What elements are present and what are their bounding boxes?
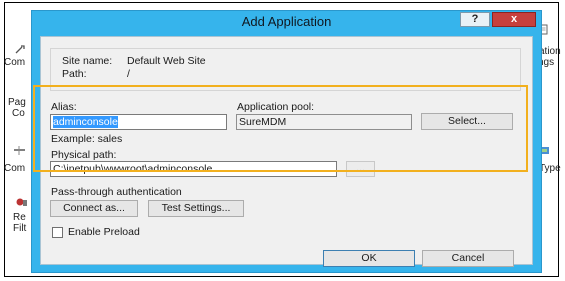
- browse-path-button[interactable]: ...: [346, 161, 375, 177]
- physical-path-value: C:\inetpub\wwwroot\adminconsole: [53, 163, 213, 175]
- bg-tool-icon: [15, 45, 25, 54]
- bg-fragment-filt: Filt: [13, 223, 27, 234]
- alias-example-text: Example: sales: [51, 133, 123, 145]
- select-app-pool-button[interactable]: Select...: [421, 113, 513, 130]
- dialog-client-area: Site name: Default Web Site Path: / Alia…: [40, 36, 533, 267]
- bg-fragment-re: Re: [13, 212, 26, 223]
- help-button[interactable]: ?: [460, 12, 490, 27]
- bg-fragment-type: Type: [539, 163, 561, 174]
- application-pool-field: SureMDM: [236, 114, 412, 130]
- path-label: Path:: [62, 68, 87, 80]
- application-pool-label: Application pool:: [237, 101, 315, 113]
- site-name-value: Default Web Site: [127, 55, 206, 67]
- close-button[interactable]: x: [492, 12, 536, 27]
- test-settings-button[interactable]: Test Settings...: [148, 200, 244, 217]
- enable-preload-checkbox[interactable]: [52, 227, 63, 238]
- bg-fragment-co: Co: [12, 108, 25, 119]
- alias-input-value: adminconsole: [53, 116, 118, 128]
- enable-preload-label: Enable Preload: [68, 226, 140, 238]
- dialog-titlebar[interactable]: Add Application ? x: [32, 11, 541, 35]
- physical-path-label: Physical path:: [51, 149, 117, 161]
- cancel-button[interactable]: Cancel: [422, 250, 514, 267]
- alias-input[interactable]: adminconsole: [50, 114, 227, 130]
- path-value: /: [127, 68, 130, 80]
- bg-fragment-pag: Pag: [8, 97, 26, 108]
- add-application-dialog: Add Application ? x Site name: Default W…: [31, 10, 542, 273]
- bg-request-filter-icon: [16, 198, 27, 206]
- passthrough-auth-label: Pass-through authentication: [51, 186, 182, 198]
- connect-as-button[interactable]: Connect as...: [50, 200, 138, 217]
- bg-compression-icon: [14, 146, 25, 155]
- site-info-panel: Site name: Default Web Site Path: /: [50, 48, 521, 91]
- alias-label: Alias:: [51, 101, 77, 113]
- application-pool-value: SureMDM: [239, 116, 287, 128]
- bg-fragment-com-1: Com: [4, 57, 26, 68]
- bg-fragment-com-2: Com: [4, 163, 26, 174]
- physical-path-input[interactable]: C:\inetpub\wwwroot\adminconsole: [50, 161, 337, 177]
- ok-button[interactable]: OK: [323, 250, 415, 267]
- site-name-label: Site name:: [62, 55, 113, 67]
